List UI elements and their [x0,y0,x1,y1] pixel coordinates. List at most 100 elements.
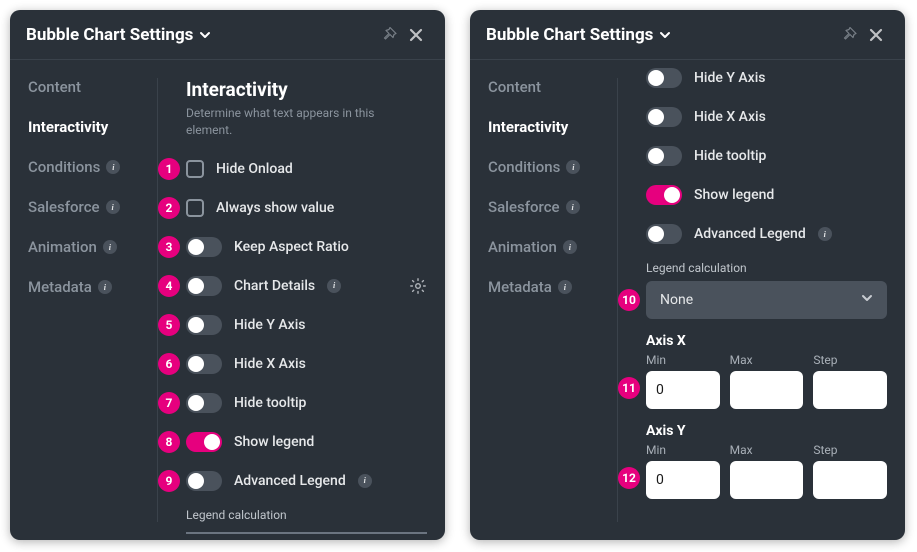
row-label: Hide tooltip [694,148,766,164]
content-area: Hide Y Axis Hide X Axis Hide tooltip Sho… [618,60,905,540]
legend-calc-underline[interactable] [186,528,427,534]
marker-7: 7 [158,392,180,414]
axis-y-step-input[interactable] [813,461,887,499]
row-hide-onload: 1 Hide Onload [186,157,427,181]
pin-icon[interactable] [377,22,403,48]
info-icon: i [98,280,112,294]
sidebar-item-content[interactable]: Content [28,78,158,96]
sidebar-item-animation[interactable]: Animation i [28,238,158,256]
marker-5: 5 [158,314,180,336]
row-advanced-legend: 9 Advanced Legend i [186,469,427,493]
sidebar-item-label: Metadata [28,278,92,296]
row-label: Show legend [234,434,314,450]
info-icon: i [358,474,372,488]
row-label: Hide X Axis [234,356,306,372]
panel-header: Bubble Chart Settings [470,10,905,60]
axis-max-label: Max [730,353,804,367]
sidebar-item-interactivity[interactable]: Interactivity [28,118,158,136]
info-icon: i [103,240,117,254]
axis-y-group: Axis Y 12 Min Max Step [646,423,887,499]
section-subtitle: Determine what text appears in this elem… [186,105,386,139]
axis-x-step-input[interactable] [813,371,887,409]
always-show-value-checkbox[interactable] [186,199,204,217]
sidebar-item-metadata[interactable]: Metadatai [488,278,618,296]
content-area: Interactivity Determine what text appear… [158,60,445,540]
info-icon: i [106,160,120,174]
show-legend-toggle[interactable] [186,432,222,452]
info-icon: i [566,200,580,214]
marker-1: 1 [158,158,180,180]
panel-title[interactable]: Bubble Chart Settings [486,25,671,45]
sidebar-item-label: Conditions [28,158,100,176]
close-icon[interactable] [863,22,889,48]
panel-title[interactable]: Bubble Chart Settings [26,25,211,45]
advanced-legend-toggle[interactable] [186,471,222,491]
gear-icon[interactable] [409,277,427,295]
sidebar-item-conditions[interactable]: Conditions i [28,158,158,176]
row-label: Always show value [216,200,334,216]
hide-tooltip-toggle[interactable] [646,146,682,166]
chart-details-toggle[interactable] [186,276,222,296]
axis-step-label: Step [813,443,887,457]
axis-x-title: Axis X [646,333,887,349]
pin-icon[interactable] [837,22,863,48]
sidebar-item-label: Interactivity [28,118,108,136]
sidebar-item-content[interactable]: Content [488,78,618,96]
sidebar-item-label: Salesforce [28,198,100,216]
row-label: Hide Y Axis [694,70,766,86]
hide-y-axis-toggle[interactable] [646,68,682,88]
hide-x-axis-toggle[interactable] [646,107,682,127]
hide-x-axis-toggle[interactable] [186,354,222,374]
sidebar-item-salesforce[interactable]: Salesforce i [488,198,618,216]
sidebar-item-label: Animation [488,238,557,256]
info-icon: i [566,160,580,174]
advanced-legend-toggle[interactable] [646,224,682,244]
axis-y-min-input[interactable] [646,461,720,499]
sidebar: Content Interactivity Conditions i Salesf… [10,60,158,540]
settings-panel-left: Bubble Chart Settings Content Interactiv… [10,10,445,540]
row-label: Show legend [694,187,774,203]
row-show-legend: Show legend [646,183,887,207]
row-label: Hide tooltip [234,395,306,411]
row-hide-x-axis: Hide X Axis [646,105,887,129]
axis-y-max-input[interactable] [730,461,804,499]
sidebar-item-label: Interactivity [488,118,568,136]
marker-9: 9 [158,470,180,492]
hide-tooltip-toggle[interactable] [186,393,222,413]
axis-x-max-input[interactable] [730,371,804,409]
legend-calc-group: Legend calculation 10 None [646,261,887,319]
marker-10: 10 [618,289,640,311]
sidebar-item-conditions[interactable]: Conditionsi [488,158,618,176]
marker-6: 6 [158,353,180,375]
row-label: Hide Y Axis [234,317,306,333]
row-hide-tooltip: 7 Hide tooltip [186,391,427,415]
panel-header: Bubble Chart Settings [10,10,445,60]
row-label: Hide X Axis [694,109,766,125]
row-advanced-legend: Advanced Legend i [646,222,887,246]
axis-x-group: Axis X 11 Min Max Step [646,333,887,409]
sidebar-item-label: Salesforce [488,198,560,216]
marker-8: 8 [158,431,180,453]
keep-aspect-ratio-toggle[interactable] [186,237,222,257]
row-hide-y-axis: 5 Hide Y Axis [186,313,427,337]
panel-title-text: Bubble Chart Settings [486,25,653,45]
row-show-legend: 8 Show legend [186,430,427,454]
field-label: Legend calculation [646,261,887,275]
legend-calc-select[interactable]: None [646,281,887,319]
marker-4: 4 [158,275,180,297]
row-hide-x-axis: 6 Hide X Axis [186,352,427,376]
close-icon[interactable] [403,22,429,48]
chevron-down-icon [659,29,671,41]
hide-onload-checkbox[interactable] [186,160,204,178]
sidebar-item-label: Animation [28,238,97,256]
row-label: Hide Onload [216,161,293,177]
sidebar-item-metadata[interactable]: Metadata i [28,278,158,296]
sidebar-item-salesforce[interactable]: Salesforcei [28,198,158,216]
sidebar-item-animation[interactable]: Animationi [488,238,618,256]
sidebar: Content Interactivity Conditionsi Salesf… [470,60,618,540]
sidebar-item-interactivity[interactable]: Interactivity [488,118,618,136]
show-legend-toggle[interactable] [646,185,682,205]
row-label: Keep Aspect Ratio [234,239,349,255]
hide-y-axis-toggle[interactable] [186,315,222,335]
axis-x-min-input[interactable] [646,371,720,409]
